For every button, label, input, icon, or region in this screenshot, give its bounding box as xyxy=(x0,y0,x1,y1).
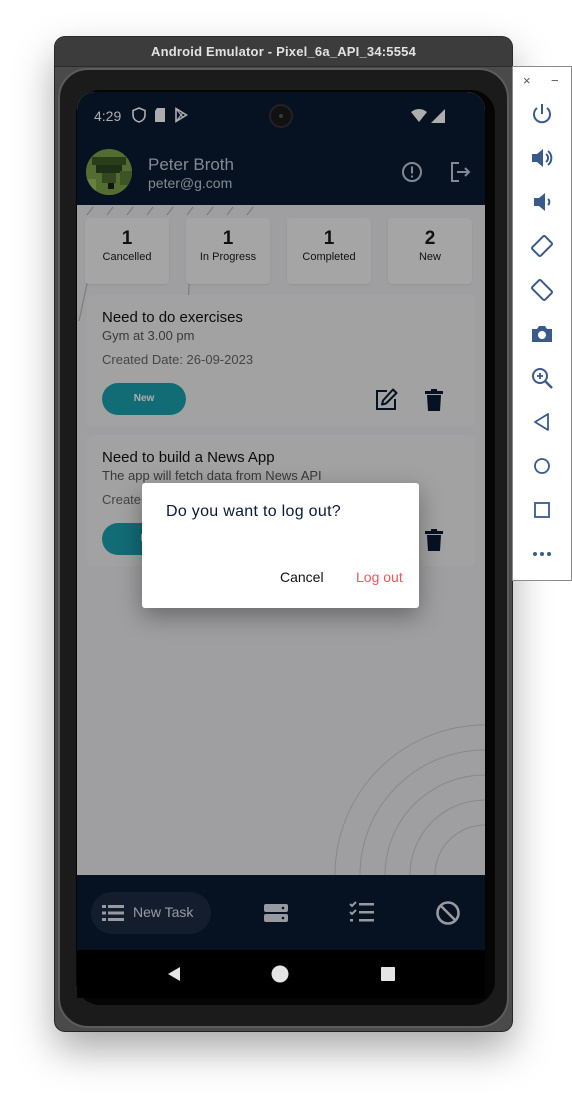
volume-down-icon[interactable] xyxy=(529,189,555,215)
nav-overview-icon[interactable] xyxy=(380,966,396,982)
zoom-icon[interactable] xyxy=(529,365,555,391)
power-icon[interactable] xyxy=(529,101,555,127)
system-navigation-bar xyxy=(77,950,485,998)
camera-icon[interactable] xyxy=(529,321,555,347)
close-icon[interactable]: × xyxy=(523,73,531,88)
dialog-title: Do you want to log out? xyxy=(166,503,342,520)
cancel-button[interactable]: Cancel xyxy=(280,569,324,585)
emulator-side-panel: × − xyxy=(512,66,572,581)
logout-button[interactable]: Log out xyxy=(356,569,403,585)
phone-screen: 4:29 Peter Broth peter@g.com 1 Cancelled… xyxy=(77,92,485,998)
window-title: Android Emulator - Pixel_6a_API_34:5554 xyxy=(55,37,512,67)
minimize-icon[interactable]: − xyxy=(551,73,559,88)
volume-up-icon[interactable] xyxy=(529,145,555,171)
rotate-left-icon[interactable] xyxy=(529,233,555,259)
nav-back-icon[interactable] xyxy=(165,965,183,983)
home-icon[interactable] xyxy=(529,453,555,479)
more-icon[interactable] xyxy=(529,541,555,567)
logout-dialog: Do you want to log out? Cancel Log out xyxy=(142,483,419,608)
side-panel-window-controls: × − xyxy=(523,73,563,89)
nav-home-icon[interactable] xyxy=(271,965,289,983)
overview-icon[interactable] xyxy=(529,497,555,523)
back-icon[interactable] xyxy=(529,409,555,435)
rotate-right-icon[interactable] xyxy=(529,277,555,303)
